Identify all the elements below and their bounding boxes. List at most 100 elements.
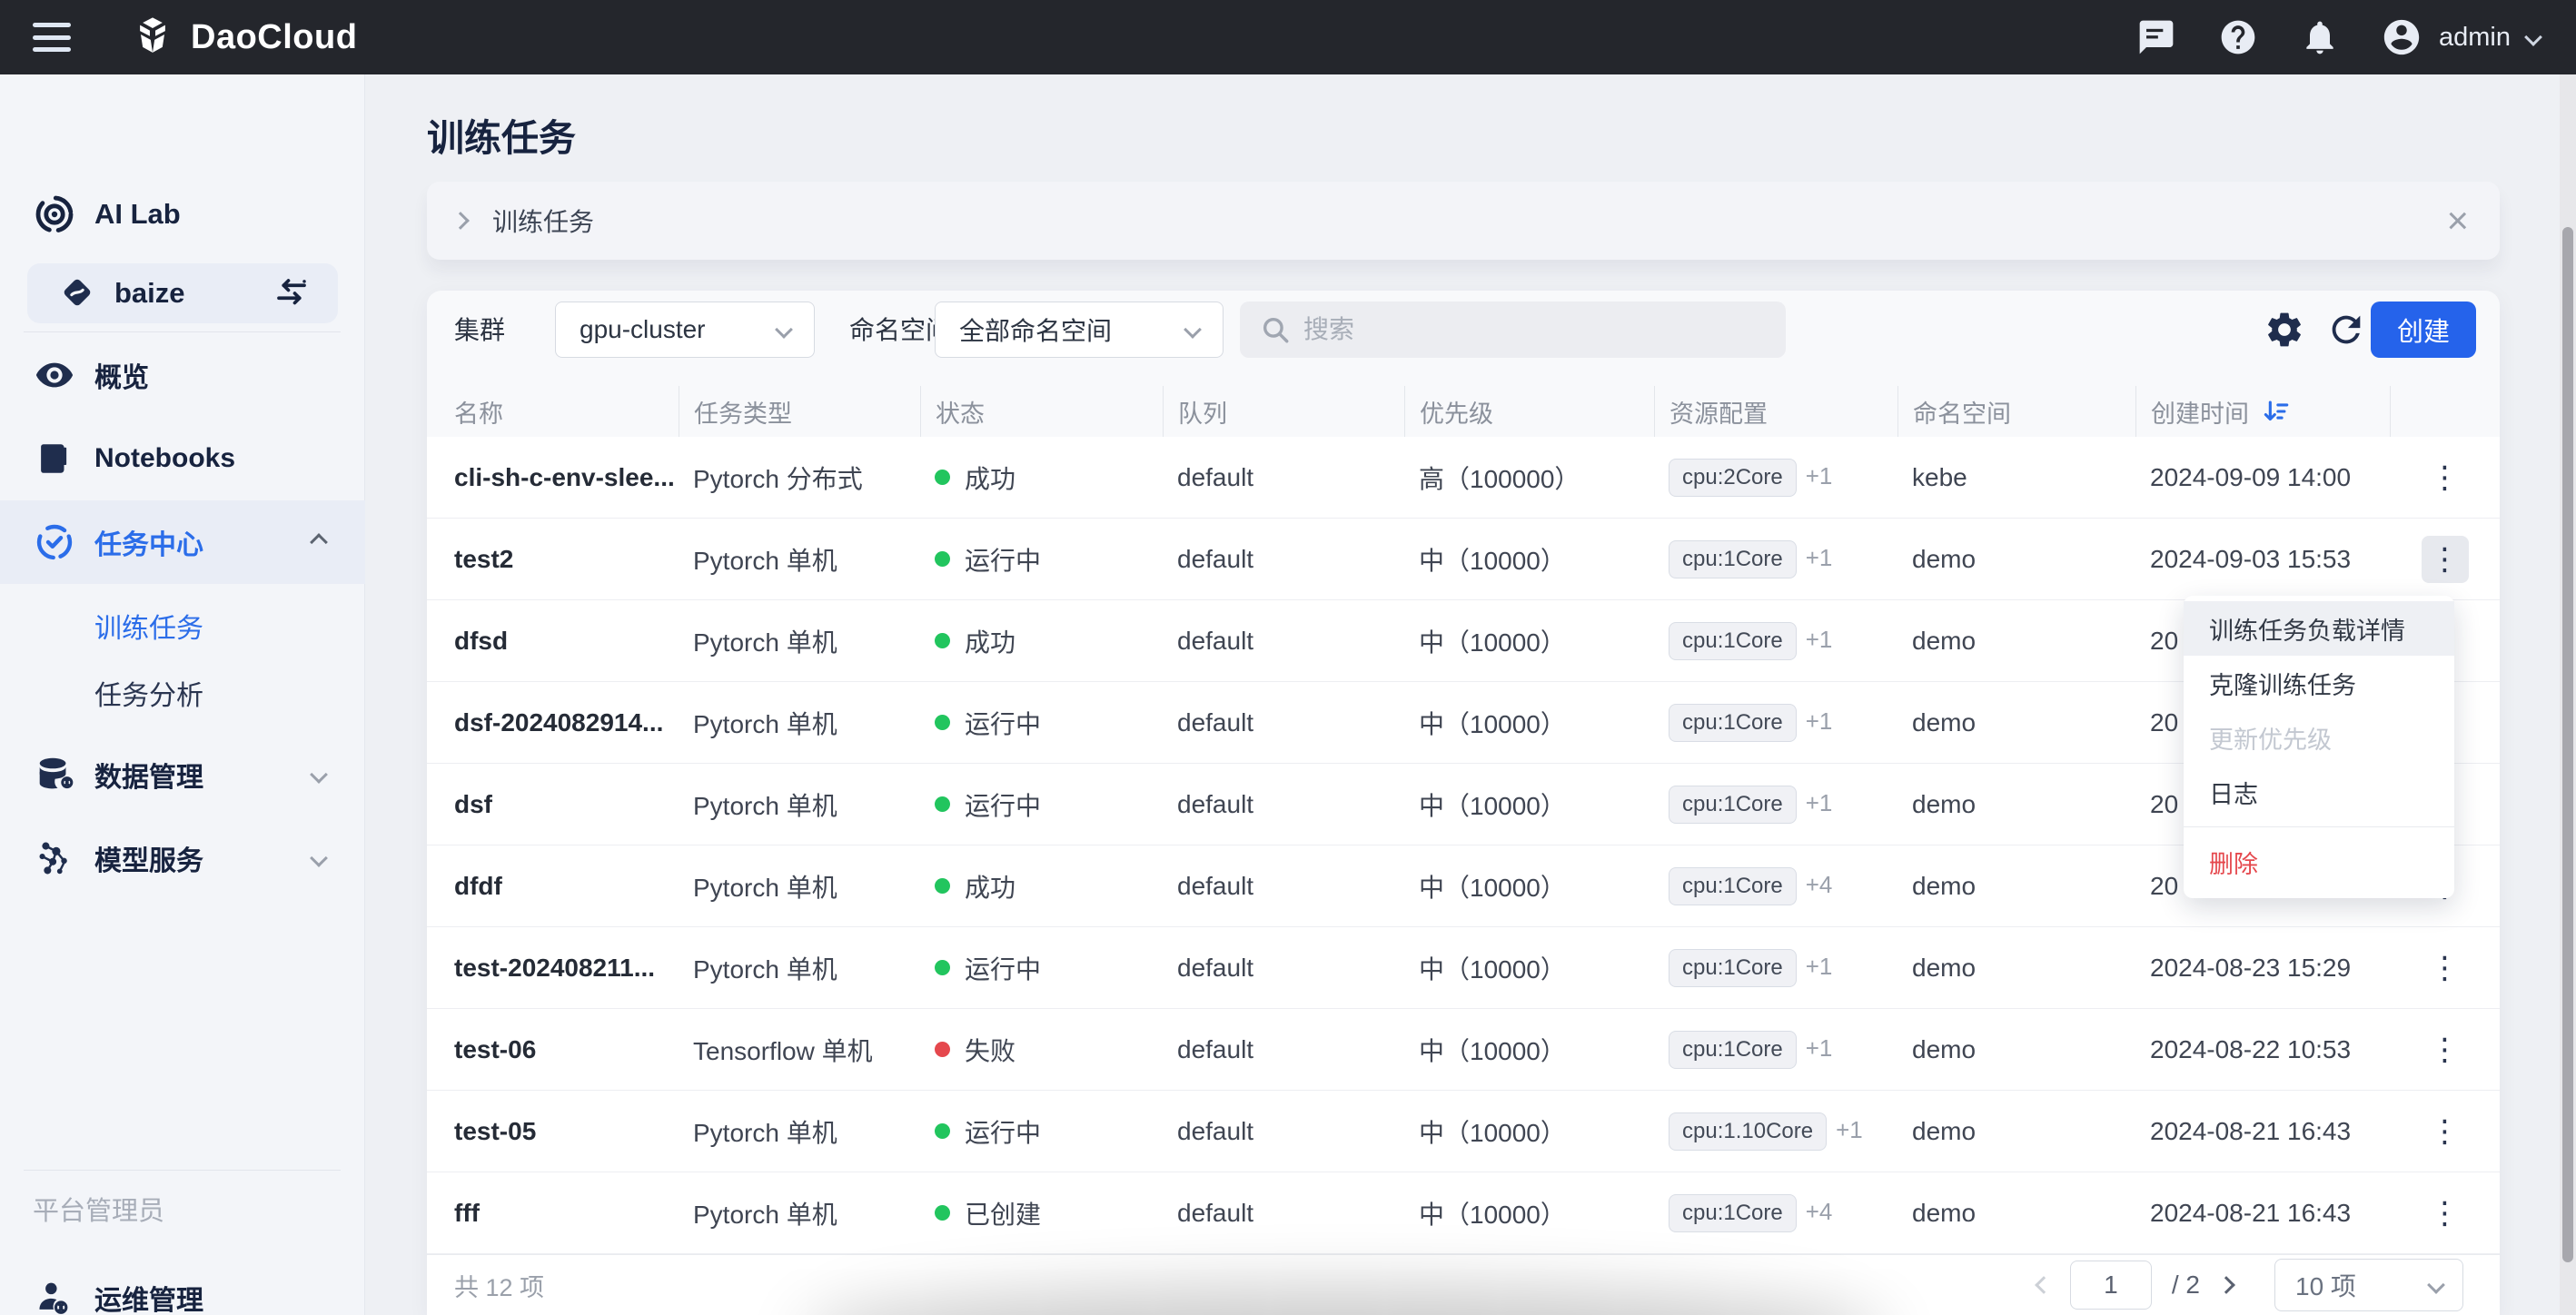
cell-queue: default (1163, 1117, 1404, 1146)
row-actions-kebab-button[interactable]: ⋮ (2422, 1026, 2469, 1073)
row-actions-kebab-button[interactable]: ⋮ (2422, 944, 2469, 992)
create-button[interactable]: 创建 (2371, 302, 2476, 358)
cell-name: test-05 (427, 1117, 679, 1146)
cell-priority: 中（10000） (1404, 786, 1654, 823)
status-dot (935, 551, 950, 567)
sidebar-item-data-management[interactable]: 数据管理 (0, 733, 365, 816)
page-size-value: 10 项 (2295, 1267, 2356, 1303)
sidebar-item-label: 训练任务 (94, 606, 203, 646)
sidebar-item-label: 模型服务 (94, 838, 203, 878)
close-icon[interactable]: × (2446, 202, 2469, 240)
table-footer: 共 12 项 / 2 10 项 (427, 1254, 2500, 1315)
cell-task-type: Pytorch 单机 (679, 1113, 920, 1150)
sidebar-item-task-center[interactable]: 任务中心 (0, 500, 365, 584)
column-header[interactable]: 名称 (441, 386, 679, 437)
help-icon[interactable] (2217, 16, 2259, 58)
page-number-input[interactable] (2070, 1261, 2152, 1310)
scrollbar-track[interactable] (2560, 74, 2576, 1315)
cell-status: 成功 (920, 460, 1163, 496)
resource-extra-count: +1 (1806, 626, 1833, 653)
scrollbar-thumb[interactable] (2562, 227, 2573, 1262)
column-header[interactable]: 优先级 (1404, 386, 1654, 437)
user-menu[interactable]: admin (2381, 16, 2540, 58)
chevron-down-icon (775, 321, 793, 339)
next-page-icon[interactable] (2217, 1276, 2235, 1294)
menu-divider (2184, 826, 2454, 827)
prev-page-icon[interactable] (2035, 1276, 2053, 1294)
cell-status: 运行中 (920, 705, 1163, 741)
sidebar-item-overview[interactable]: 概览 (0, 333, 365, 417)
sidebar-item-task-analysis[interactable]: 任务分析 (0, 659, 365, 727)
column-header[interactable]: 队列 (1163, 386, 1404, 437)
cell-created-time: 2024-08-22 10:53 (2135, 1035, 2390, 1064)
workspace-selector[interactable]: baize (27, 263, 338, 323)
resource-extra-count: +4 (1806, 871, 1833, 898)
cell-priority: 高（100000） (1404, 460, 1654, 496)
sidebar-item-model-service[interactable]: 模型服务 (0, 816, 365, 900)
cell-resources: cpu:1Core+1 (1654, 622, 1897, 660)
table-row[interactable]: test2Pytorch 单机运行中default中（10000）cpu:1Co… (427, 519, 2500, 600)
refresh-icon[interactable] (2325, 309, 2367, 351)
search-input[interactable] (1303, 315, 1766, 344)
sidebar-item-training-tasks[interactable]: 训练任务 (0, 592, 365, 659)
context-menu-item[interactable]: 克隆训练任务 (2184, 656, 2454, 710)
sidebar-item-notebooks[interactable]: Notebooks (0, 417, 365, 500)
cell-queue: default (1163, 790, 1404, 819)
resource-extra-count: +1 (1806, 789, 1833, 816)
resource-extra-count: +1 (1806, 1034, 1833, 1062)
chevron-right-icon (451, 212, 470, 230)
cell-status: 成功 (920, 623, 1163, 659)
cell-actions: ⋮ (2390, 1026, 2500, 1073)
task-center-icon (33, 520, 76, 564)
row-actions-kebab-button[interactable]: ⋮ (2422, 1190, 2469, 1237)
sort-descending-icon[interactable] (2260, 396, 2291, 427)
context-menu-item[interactable]: 日志 (2184, 765, 2454, 819)
table-row[interactable]: test-202408211...Pytorch 单机运行中default中（1… (427, 927, 2500, 1009)
notifications-bell-icon[interactable] (2299, 16, 2341, 58)
row-actions-kebab-button[interactable]: ⋮ (2422, 454, 2469, 501)
table-row[interactable]: test-05Pytorch 单机运行中default中（10000）cpu:1… (427, 1091, 2500, 1172)
column-header[interactable]: 创建时间 (2135, 386, 2390, 437)
resource-chip: cpu:1Core (1669, 1031, 1797, 1069)
cell-name: test-06 (427, 1035, 679, 1064)
context-menu-item: 更新优先级 (2184, 710, 2454, 765)
hamburger-menu-icon[interactable] (27, 19, 76, 55)
row-actions-kebab-button[interactable]: ⋮ (2422, 1108, 2469, 1155)
actions-column-header (2390, 386, 2497, 437)
switch-workspace-icon[interactable] (272, 274, 311, 312)
context-menu-item[interactable]: 训练任务负载详情 (2184, 601, 2454, 656)
context-menu-item[interactable]: 删除 (2184, 835, 2454, 889)
sidebar-section-platform-admin: 平台管理员 (33, 1190, 164, 1228)
cell-task-type: Pytorch 分布式 (679, 460, 920, 496)
sidebar-item-ai-lab[interactable]: AI Lab (0, 176, 365, 252)
column-header[interactable]: 命名空间 (1897, 386, 2135, 437)
database-icon (33, 753, 76, 796)
cell-priority: 中（10000） (1404, 1195, 1654, 1231)
table-row[interactable]: test-06Tensorflow 单机失败default中（10000）cpu… (427, 1009, 2500, 1091)
resource-extra-count: +1 (1806, 544, 1833, 571)
cell-actions: ⋮ (2390, 454, 2500, 501)
breadcrumb[interactable]: 训练任务 (492, 203, 594, 239)
resource-chip: cpu:1.10Core (1669, 1112, 1827, 1151)
brand: DaoCloud (129, 14, 357, 61)
cluster-select[interactable]: gpu-cluster (555, 302, 815, 358)
page-size-select[interactable]: 10 项 (2274, 1259, 2463, 1311)
resource-extra-count: +1 (1806, 462, 1833, 489)
column-header[interactable]: 状态 (920, 386, 1163, 437)
chevron-down-icon (2524, 28, 2542, 46)
messages-icon[interactable] (2135, 16, 2177, 58)
settings-gear-icon[interactable] (2264, 309, 2305, 351)
resource-extra-count: +1 (1836, 1116, 1863, 1143)
resource-chip: cpu:1Core (1669, 1194, 1797, 1232)
cell-queue: default (1163, 708, 1404, 737)
column-header[interactable]: 资源配置 (1654, 386, 1897, 437)
row-actions-kebab-button[interactable]: ⋮ (2422, 536, 2469, 583)
total-count: 共 12 项 (454, 1268, 544, 1303)
sidebar-item-label: 任务分析 (94, 673, 203, 713)
brand-name: DaoCloud (191, 18, 357, 57)
sidebar-item-ops-management[interactable]: 运维管理 (0, 1256, 365, 1315)
table-row[interactable]: cli-sh-c-env-slee...Pytorch 分布式成功default… (427, 437, 2500, 519)
column-header[interactable]: 任务类型 (679, 386, 920, 437)
namespace-select[interactable]: 全部命名空间 (935, 302, 1224, 358)
table-row[interactable]: fffPytorch 单机已创建default中（10000）cpu:1Core… (427, 1172, 2500, 1254)
